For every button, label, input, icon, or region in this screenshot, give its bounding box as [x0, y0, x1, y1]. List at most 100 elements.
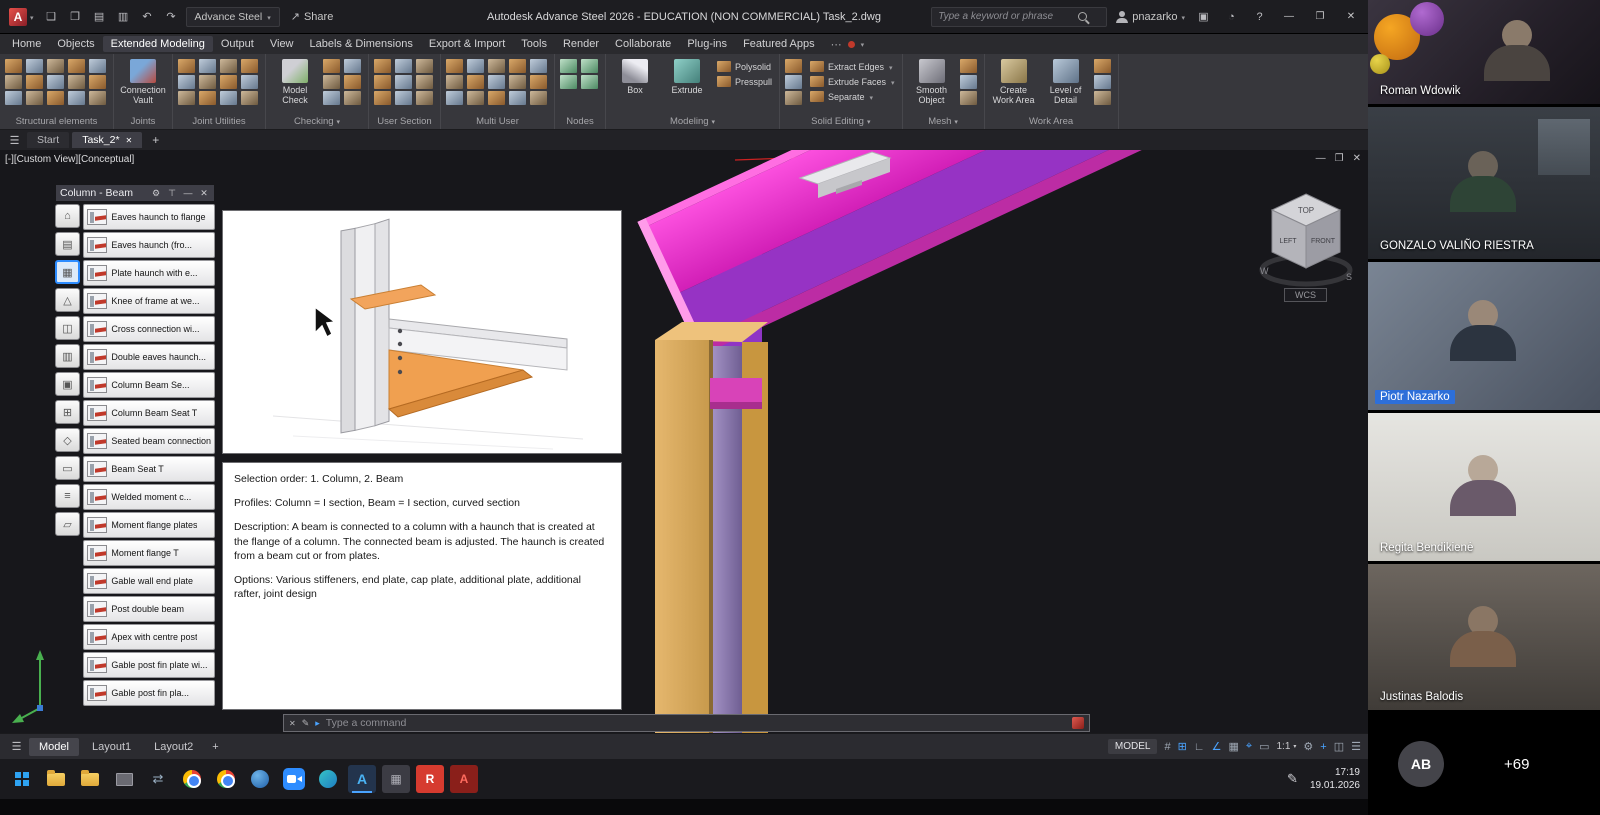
separate-button[interactable]: Separate	[808, 90, 897, 103]
tab-start[interactable]: Start	[27, 132, 69, 148]
restore-drawing-icon[interactable]	[1335, 153, 1344, 164]
tab-tools[interactable]: Tools	[513, 36, 555, 52]
isolate-objects-icon[interactable]: ◫	[1334, 740, 1344, 753]
ribbon-icon[interactable]	[785, 59, 802, 73]
more-participants-row[interactable]: AB +69	[1368, 713, 1600, 815]
store-icon[interactable]	[1194, 7, 1213, 26]
ribbon-icon[interactable]	[416, 59, 433, 73]
joint-item[interactable]: Moment flange T	[83, 540, 215, 566]
model-space-badge[interactable]: MODEL	[1108, 739, 1158, 754]
joint-item[interactable]: Moment flange plates	[83, 512, 215, 538]
ribbon-icon[interactable]	[323, 91, 340, 105]
undo-icon[interactable]	[138, 7, 157, 26]
category-grating-icon[interactable]	[55, 400, 80, 424]
ribbon-icon[interactable]	[26, 59, 43, 73]
category-plates-icon[interactable]	[55, 204, 80, 228]
ribbon-icon[interactable]	[68, 75, 85, 89]
panel-label[interactable]: Checking	[266, 114, 368, 129]
minimize-drawing-icon[interactable]	[1316, 153, 1326, 164]
ribbon-icon[interactable]	[68, 91, 85, 105]
workspace-gear-icon[interactable]: ⚙	[1303, 740, 1313, 753]
ribbon-icon[interactable]	[5, 91, 22, 105]
tab-objects[interactable]: Objects	[49, 36, 102, 52]
ribbon-icon[interactable]	[323, 75, 340, 89]
ribbon-icon[interactable]	[241, 59, 258, 73]
tab-layout1[interactable]: Layout1	[82, 738, 141, 756]
save-icon[interactable]	[90, 7, 109, 26]
joint-item[interactable]: Seated beam connection	[83, 428, 215, 454]
settings-app-icon[interactable]	[382, 765, 410, 793]
ribbon-icon[interactable]	[530, 91, 547, 105]
ribbon-icon[interactable]	[5, 75, 22, 89]
tab-model[interactable]: Model	[29, 738, 79, 756]
gear-icon[interactable]	[150, 188, 162, 199]
file-tabs-menu-icon[interactable]	[5, 131, 24, 150]
tab-collaborate[interactable]: Collaborate	[607, 36, 679, 52]
viewcube-west-label[interactable]: W	[1260, 266, 1269, 276]
level-of-detail-button[interactable]: Level of Detail	[1042, 57, 1090, 106]
tab-home[interactable]: Home	[4, 36, 49, 52]
ribbon-icon[interactable]	[581, 59, 598, 73]
annotation-visibility-icon[interactable]: +	[1320, 741, 1326, 753]
close-tab-icon[interactable]	[126, 134, 133, 146]
joint-item[interactable]: Plate haunch with e...	[83, 260, 215, 286]
wcs-selector[interactable]: WCS	[1284, 288, 1327, 302]
maximize-button[interactable]	[1309, 11, 1331, 22]
media-app-icon[interactable]	[314, 765, 342, 793]
joint-item[interactable]: Knee of frame at we...	[83, 288, 215, 314]
participant-tile[interactable]: GONZALO VALIÑO RIESTRA	[1368, 107, 1600, 259]
joint-item[interactable]: Apex with centre post	[83, 624, 215, 650]
palette-header[interactable]: Column - Beam	[55, 184, 215, 202]
ribbon-icon[interactable]	[509, 59, 526, 73]
extrude-button[interactable]: Extrude	[663, 57, 711, 95]
pen-tray-icon[interactable]	[1287, 770, 1298, 788]
category-column-beam-icon[interactable]	[55, 260, 80, 284]
ribbon-icon[interactable]	[68, 59, 85, 73]
ribbon-icon[interactable]	[446, 59, 463, 73]
panel-label[interactable]: Modeling	[606, 114, 779, 129]
ribbon-icon[interactable]	[178, 75, 195, 89]
ribbon-icon[interactable]	[241, 91, 258, 105]
chrome-profile2-icon[interactable]	[212, 765, 240, 793]
participant-avatar[interactable]: AB	[1398, 741, 1444, 787]
snap-toggle-icon[interactable]: ⊞	[1178, 740, 1187, 753]
box-button[interactable]: Box	[611, 57, 659, 95]
ribbon-icon[interactable]	[241, 75, 258, 89]
ribbon-icon[interactable]	[47, 75, 64, 89]
model-check-button[interactable]: Model Check	[271, 57, 319, 106]
ribbon-icon[interactable]	[416, 75, 433, 89]
viewport-controls-label[interactable]: [-][Custom View][Conceptual]	[5, 154, 134, 165]
close-button[interactable]	[1340, 11, 1362, 22]
ribbon-icon[interactable]	[560, 59, 577, 73]
viewcube-front-label[interactable]: FRONT	[1311, 238, 1336, 245]
help-icon[interactable]	[1250, 7, 1269, 26]
ribbon-icon[interactable]	[960, 91, 977, 105]
ribbon-icon[interactable]	[89, 75, 106, 89]
ribbon-icon[interactable]	[560, 75, 577, 89]
new-layout-button[interactable]: +	[206, 741, 224, 753]
ribbon-icon[interactable]	[488, 91, 505, 105]
ribbon-icon[interactable]	[26, 75, 43, 89]
advance-steel-taskbar-icon[interactable]	[348, 765, 376, 793]
extrude-faces-button[interactable]: Extrude Faces	[808, 75, 897, 88]
clock[interactable]: 17:19 19.01.2026	[1310, 766, 1360, 792]
tab-labels-dimensions[interactable]: Labels & Dimensions	[302, 36, 421, 52]
chrome-icon[interactable]	[178, 765, 206, 793]
category-bracing-icon[interactable]	[55, 288, 80, 312]
redo-icon[interactable]	[162, 7, 181, 26]
participant-tile[interactable]: Roman Wdowik	[1368, 0, 1600, 104]
ribbon-icon[interactable]	[395, 75, 412, 89]
ribbon-icon[interactable]	[374, 75, 391, 89]
whiteboard-icon[interactable]	[110, 765, 138, 793]
folder-icon[interactable]	[76, 765, 104, 793]
pin-icon[interactable]	[166, 188, 178, 199]
ribbon-icon[interactable]	[446, 91, 463, 105]
ribbon-icon[interactable]	[530, 59, 547, 73]
ribbon-icon[interactable]	[960, 75, 977, 89]
ribbon-icon[interactable]	[5, 59, 22, 73]
ribbon-icon[interactable]	[199, 91, 216, 105]
command-badge-icon[interactable]	[1072, 717, 1084, 729]
tab-featured-apps[interactable]: Featured Apps	[735, 36, 823, 52]
ribbon-options[interactable]	[831, 38, 865, 51]
ribbon-icon[interactable]	[199, 59, 216, 73]
